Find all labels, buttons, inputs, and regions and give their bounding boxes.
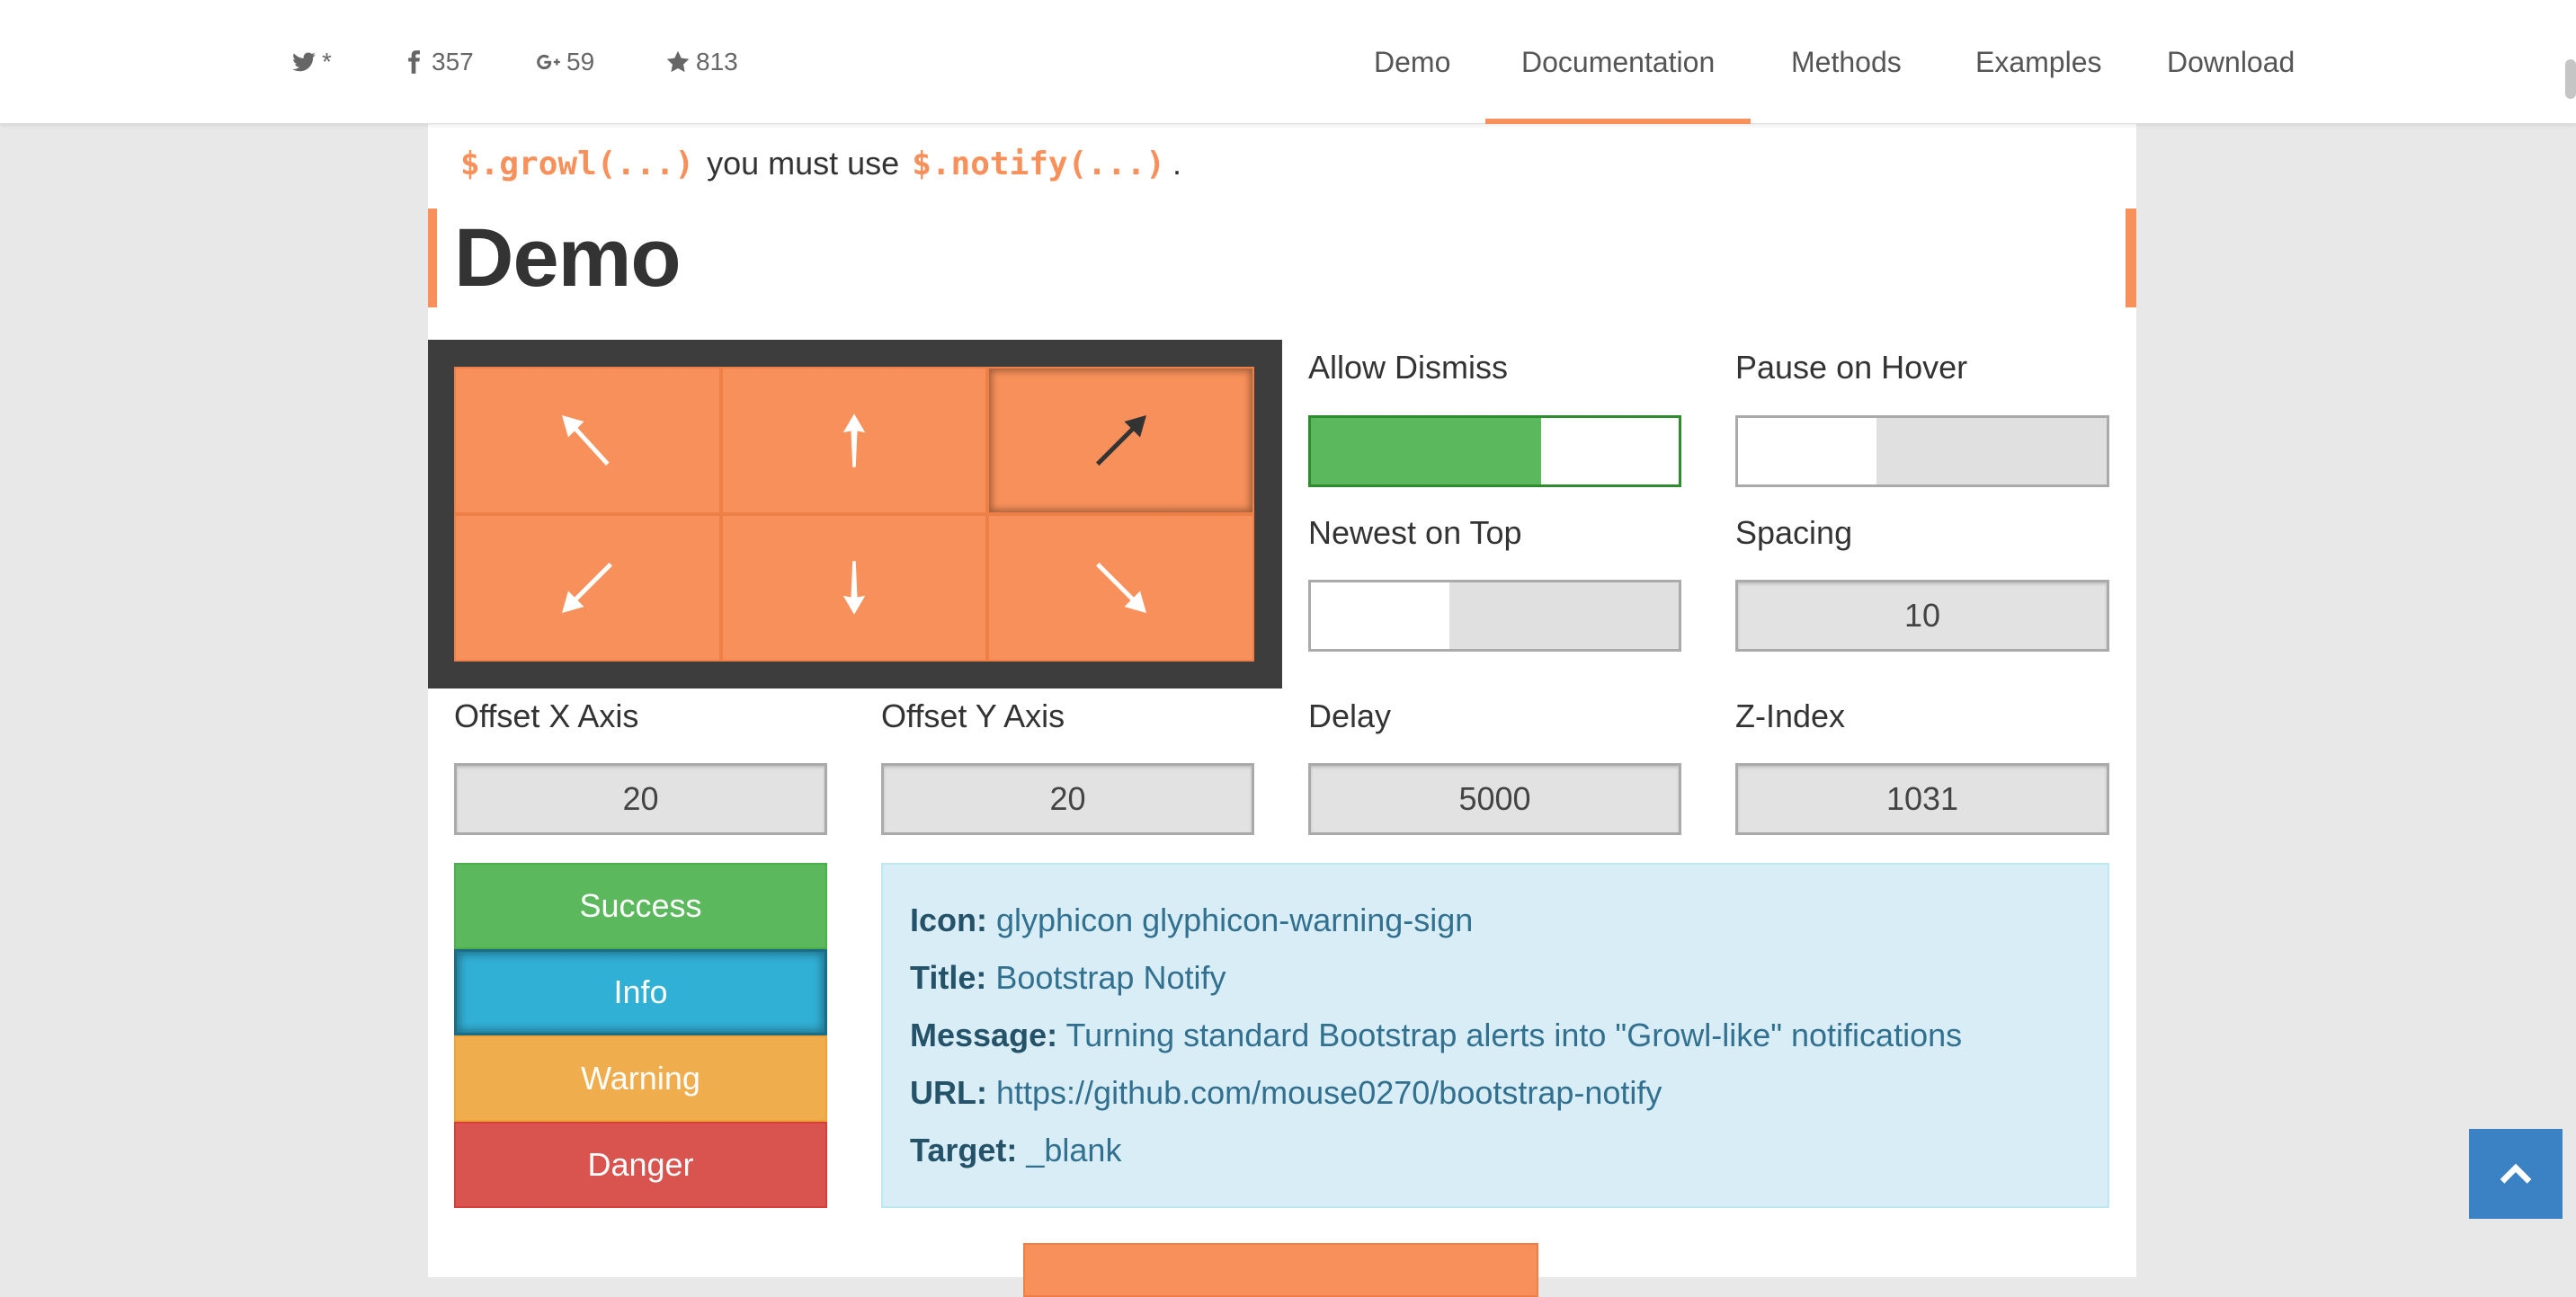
star-link[interactable]: 813 bbox=[665, 0, 738, 124]
url-row: URL: https://github.com/mouse0270/bootst… bbox=[910, 1064, 2081, 1122]
allow-dismiss-toggle[interactable] bbox=[1308, 415, 1681, 487]
target-key: Target: bbox=[910, 1132, 1018, 1168]
scrollbar-thumb[interactable] bbox=[2565, 59, 2576, 99]
message-key: Message: bbox=[910, 1017, 1058, 1053]
arrow-up-icon bbox=[842, 413, 866, 467]
heading-accent-right bbox=[2126, 209, 2136, 307]
position-top-right[interactable] bbox=[987, 367, 1254, 514]
z-index-label: Z-Index bbox=[1735, 697, 1846, 734]
icon-value: glyphicon glyphicon-warning-sign bbox=[996, 902, 1474, 938]
notification-preview: Icon: glyphicon glyphicon-warning-sign T… bbox=[881, 863, 2109, 1208]
nav-examples[interactable]: Examples bbox=[1975, 0, 2102, 124]
twitter-link[interactable]: * bbox=[291, 0, 332, 124]
target-value: _blank bbox=[1026, 1132, 1122, 1168]
page-title: Demo bbox=[454, 211, 682, 304]
nav-documentation[interactable]: Documentation bbox=[1484, 0, 1752, 124]
info-button[interactable]: Info bbox=[454, 949, 827, 1035]
toggle-fill bbox=[1311, 418, 1541, 484]
position-bottom-right[interactable] bbox=[987, 514, 1254, 662]
star-icon bbox=[666, 50, 690, 73]
position-grid bbox=[454, 367, 1254, 662]
submit-notify-button[interactable] bbox=[1023, 1243, 1538, 1297]
nav-download[interactable]: Download bbox=[2167, 0, 2295, 124]
arrow-down-icon bbox=[842, 561, 866, 615]
arrow-down-right-icon bbox=[1095, 563, 1146, 613]
chevron-up-icon bbox=[2500, 1163, 2532, 1184]
danger-button[interactable]: Danger bbox=[454, 1122, 827, 1208]
success-button[interactable]: Success bbox=[454, 863, 827, 949]
position-top-center[interactable] bbox=[720, 367, 988, 514]
title-value: Bootstrap Notify bbox=[995, 959, 1226, 996]
gplus-count: 59 bbox=[566, 48, 595, 76]
notify-code: $.notify(...) bbox=[912, 146, 1165, 182]
position-bottom-left[interactable] bbox=[454, 514, 721, 662]
offset-y-label: Offset Y Axis bbox=[881, 697, 1065, 734]
position-top-left[interactable] bbox=[454, 367, 721, 514]
target-row: Target: _blank bbox=[910, 1122, 2081, 1179]
newest-on-top-toggle[interactable] bbox=[1308, 580, 1681, 652]
delay-label: Delay bbox=[1308, 697, 1392, 734]
growl-code: $.growl(...) bbox=[460, 146, 695, 182]
star-count: 813 bbox=[696, 48, 738, 76]
top-navbar: * 357 59 813 Demo Documentation Methods … bbox=[0, 0, 2576, 124]
icon-key: Icon: bbox=[910, 902, 987, 938]
url-value: https://github.com/mouse0270/bootstrap-n… bbox=[996, 1074, 1662, 1111]
spacing-label: Spacing bbox=[1735, 514, 1853, 551]
gplus-icon bbox=[537, 54, 560, 70]
facebook-count: 357 bbox=[432, 48, 474, 76]
nav-demo[interactable]: Demo bbox=[1374, 0, 1450, 124]
facebook-icon bbox=[408, 50, 420, 74]
title-key: Title: bbox=[910, 959, 987, 996]
offset-x-input[interactable]: 20 bbox=[454, 763, 827, 835]
back-to-top-button[interactable] bbox=[2469, 1129, 2563, 1219]
gplus-link[interactable]: 59 bbox=[536, 0, 594, 124]
spacing-input[interactable]: 10 bbox=[1735, 580, 2109, 652]
pause-on-hover-label: Pause on Hover bbox=[1735, 349, 1968, 386]
intro-end: . bbox=[1172, 145, 1181, 182]
pause-on-hover-toggle[interactable] bbox=[1735, 415, 2109, 487]
message-value: Turning standard Bootstrap alerts into "… bbox=[1065, 1017, 1963, 1053]
intro-text: $.growl(...) you must use $.notify(...). bbox=[460, 144, 1181, 184]
title-row: Title: Bootstrap Notify bbox=[910, 949, 2081, 1007]
arrow-down-left-icon bbox=[562, 563, 613, 613]
arrow-up-left-icon bbox=[562, 415, 610, 466]
warning-button[interactable]: Warning bbox=[454, 1035, 827, 1122]
delay-input[interactable]: 5000 bbox=[1308, 763, 1681, 835]
url-key: URL: bbox=[910, 1074, 987, 1111]
toggle-knob bbox=[1541, 418, 1679, 484]
twitter-icon bbox=[292, 52, 316, 72]
z-index-input[interactable]: 1031 bbox=[1735, 763, 2109, 835]
twitter-count: * bbox=[322, 48, 332, 76]
offset-y-input[interactable]: 20 bbox=[881, 763, 1254, 835]
arrow-up-right-icon bbox=[1095, 415, 1146, 466]
nav-methods[interactable]: Methods bbox=[1791, 0, 1902, 124]
toggle-knob bbox=[1311, 582, 1449, 649]
offset-x-label: Offset X Axis bbox=[454, 697, 639, 734]
newest-on-top-label: Newest on Top bbox=[1308, 514, 1522, 551]
icon-row: Icon: glyphicon glyphicon-warning-sign bbox=[910, 892, 2081, 949]
allow-dismiss-label: Allow Dismiss bbox=[1308, 349, 1509, 386]
toggle-knob bbox=[1738, 418, 1876, 484]
facebook-link[interactable]: 357 bbox=[401, 0, 474, 124]
message-row: Message: Turning standard Bootstrap aler… bbox=[910, 1007, 2081, 1064]
heading-accent-left bbox=[428, 209, 437, 307]
position-bottom-center[interactable] bbox=[720, 514, 988, 662]
intro-middle: you must use bbox=[707, 145, 900, 182]
